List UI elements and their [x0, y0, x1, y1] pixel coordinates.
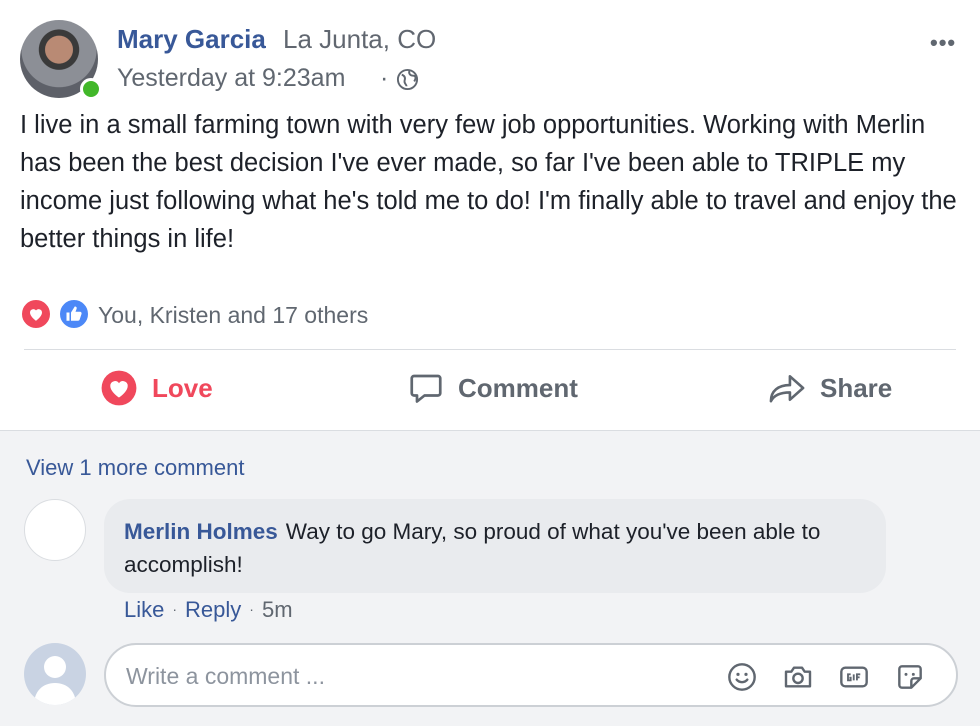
post-card: Mary Garcia La Junta, CO ••• Yesterday a… — [0, 0, 980, 430]
comment-input[interactable] — [126, 659, 686, 693]
current-user-avatar[interactable] — [24, 643, 86, 705]
globe-icon[interactable] — [396, 68, 419, 91]
comment-button-label: Comment — [458, 372, 578, 403]
comment-content: Merlin Holmes Way to go Mary, so proud of… — [124, 515, 844, 581]
share-button[interactable]: Share — [768, 366, 892, 410]
comment-bubble: Merlin Holmes Way to go Mary, so proud of… — [104, 499, 886, 593]
post-timestamp[interactable]: Yesterday at 9:23am — [117, 64, 345, 93]
commenter-avatar[interactable] — [24, 499, 86, 561]
comment-button[interactable]: Comment — [408, 366, 578, 410]
comment-action-separator: · — [172, 601, 178, 617]
heart-icon — [20, 298, 52, 330]
comment-actions: Like · Reply · 5m — [124, 597, 293, 623]
reaction-count-text[interactable]: You, Kristen and 17 others — [98, 302, 368, 329]
post-body-text: I live in a small farming town with very… — [20, 111, 957, 253]
post-author-name[interactable]: Mary Garcia — [117, 24, 266, 55]
camera-icon[interactable] — [782, 661, 814, 693]
comment-like-link[interactable]: Like — [124, 597, 164, 622]
comment-time[interactable]: 5m — [262, 597, 293, 622]
share-arrow-icon — [769, 374, 805, 403]
love-button-label: Love — [152, 372, 213, 403]
online-status-indicator — [80, 78, 102, 100]
default-profile-icon — [34, 656, 76, 705]
comment-reply-link[interactable]: Reply — [185, 597, 241, 622]
view-more-comments-link[interactable]: View 1 more comment — [26, 455, 244, 481]
more-options-icon[interactable]: ••• — [930, 30, 956, 56]
sticker-icon[interactable] — [894, 661, 926, 693]
post-location[interactable]: La Junta, CO — [283, 24, 436, 55]
gif-icon[interactable] — [838, 661, 870, 693]
share-button-label: Share — [820, 372, 893, 403]
comment-action-separator: · — [249, 601, 254, 617]
comment-author-name[interactable]: Merlin Holmes — [124, 519, 278, 544]
love-button[interactable]: Love — [100, 366, 213, 410]
speech-bubble-icon — [410, 374, 442, 403]
heart-icon — [101, 370, 137, 406]
comment-composer[interactable] — [104, 643, 958, 707]
thumbs-up-icon — [58, 298, 90, 330]
timestamp-separator: · — [380, 64, 389, 92]
divider — [24, 349, 956, 350]
comments-section: View 1 more comment Merlin Holmes Way to … — [0, 430, 980, 726]
smiley-icon[interactable] — [726, 661, 758, 693]
